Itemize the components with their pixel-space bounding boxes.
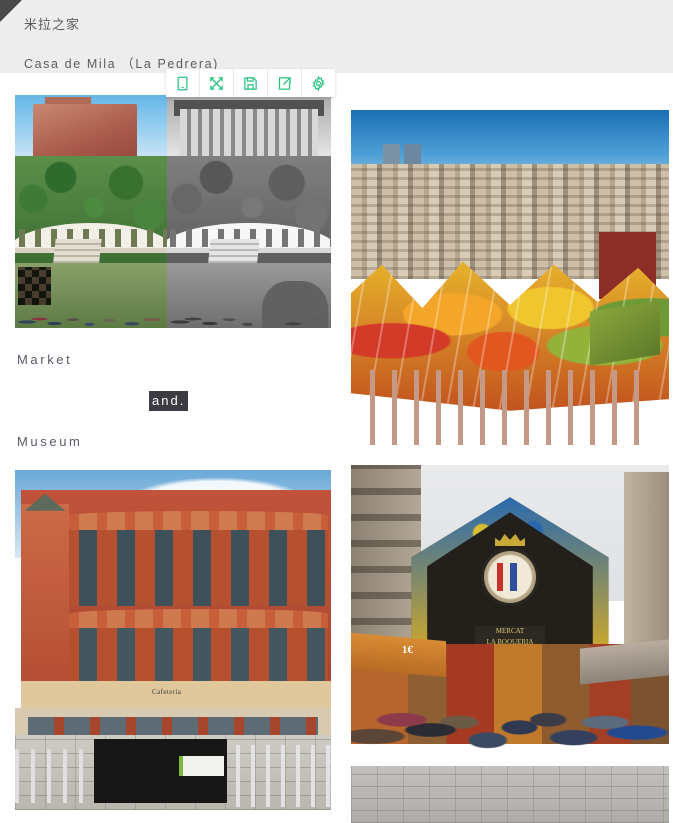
mobile-preview-icon [175,76,190,91]
settings-button[interactable] [302,69,335,97]
page-title-chinese: 米拉之家 [24,17,81,32]
corner-fold-marker [0,0,22,22]
page-header: 米拉之家 Casa de Mila （La Pedrera) [0,0,673,73]
photo-la-boqueria-entrance[interactable]: MERCAT LA BOQUERIA 1€ [351,465,669,823]
fullscreen-icon [209,76,224,91]
fullscreen-button[interactable] [200,69,234,97]
share-icon [277,76,292,91]
caption-museum: Museum [17,434,83,449]
stall-price-label: 1€ [401,644,413,656]
share-button[interactable] [268,69,302,97]
save-icon [243,76,258,91]
park-guell-bw-half [167,95,331,328]
cafeteria-sign-text: Cafeteria [152,687,182,696]
save-button[interactable] [234,69,268,97]
caption-and-highlighted: and. [149,391,189,411]
floating-toolbar [166,69,335,97]
park-guell-colour-half [15,95,167,328]
photo-caixaforum-casaramona[interactable]: Cafeteria [15,470,331,810]
photo-santa-caterina-market[interactable] [351,110,669,448]
caption-market: Market [17,352,73,367]
settings-gear-icon [311,75,326,91]
photo-park-guell-split[interactable] [15,95,331,328]
mobile-preview-button[interactable] [166,69,200,97]
